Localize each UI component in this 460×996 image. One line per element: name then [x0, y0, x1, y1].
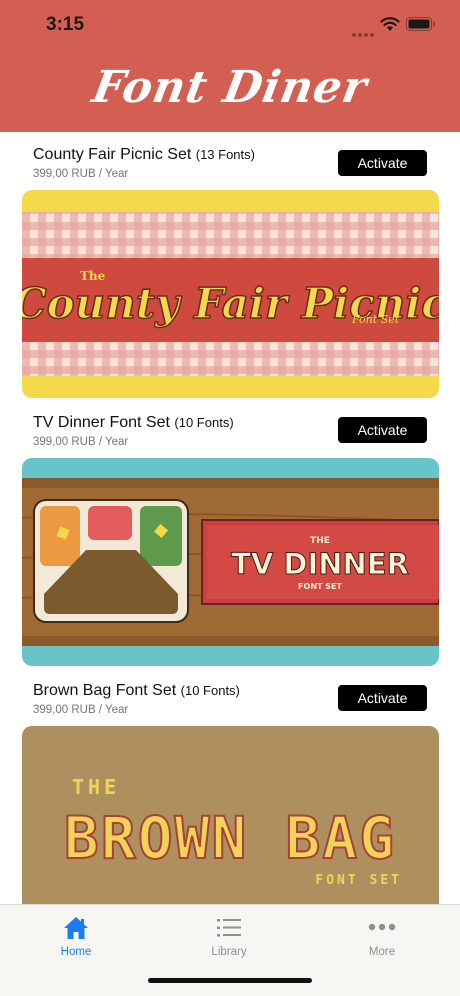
tv-dinner-artwork: THE TV DINNER FONT SET — [22, 458, 439, 666]
home-indicator — [148, 978, 312, 983]
app-header: 3:15 Font Diner — [0, 0, 460, 132]
banner-main: BROWN BAG — [64, 804, 396, 872]
tab-more[interactable]: More — [327, 915, 437, 965]
activate-button[interactable]: Activate — [338, 150, 427, 176]
item-name: County Fair Picnic Set — [33, 146, 192, 163]
app-title: Font Diner — [88, 62, 372, 113]
tab-home[interactable]: Home — [21, 915, 131, 965]
activate-button[interactable]: Activate — [338, 685, 427, 711]
tab-label: More — [368, 946, 396, 958]
wifi-icon — [380, 17, 400, 31]
battery-icon — [406, 17, 435, 31]
banner-sub: Font Set — [351, 313, 400, 326]
activate-button[interactable]: Activate — [338, 417, 427, 443]
tab-label: Library — [211, 946, 247, 958]
banner-sub: FONT SET — [298, 582, 342, 591]
banner-sub: FONT SET — [315, 873, 402, 888]
tv-dinner-banner[interactable]: THE TV DINNER FONT SET — [22, 458, 439, 666]
item-name: TV Dinner Font Set — [33, 414, 170, 431]
tab-library[interactable]: Library — [174, 915, 284, 965]
item-price: 399,00 RUB / Year — [33, 704, 129, 716]
more-icon — [368, 923, 396, 931]
list-icon — [217, 919, 241, 937]
item-font-count: (10 Fonts) — [180, 683, 240, 698]
brown-bag-banner[interactable]: THE BROWN BAG FONT SET — [22, 726, 439, 904]
home-icon — [64, 917, 88, 939]
county-fair-artwork: The County Fair Picnic Font Set — [22, 190, 439, 398]
tab-label: Home — [60, 946, 92, 958]
status-bar: 3:15 — [0, 0, 460, 50]
status-time: 3:15 — [46, 14, 85, 35]
item-title: Brown Bag Font Set (10 Fonts) — [33, 682, 240, 700]
item-title: TV Dinner Font Set (10 Fonts) — [33, 414, 234, 432]
banner-line1: THE — [72, 775, 120, 799]
item-font-count: (10 Fonts) — [174, 415, 234, 430]
item-title: County Fair Picnic Set (13 Fonts) — [33, 146, 255, 164]
banner-line1: THE — [310, 536, 330, 546]
brown-bag-artwork: THE BROWN BAG FONT SET — [22, 726, 439, 904]
county-fair-banner[interactable]: The County Fair Picnic Font Set — [22, 190, 439, 398]
item-price: 399,00 RUB / Year — [33, 436, 129, 448]
item-price: 399,00 RUB / Year — [33, 168, 129, 180]
item-font-count: (13 Fonts) — [195, 147, 255, 162]
font-set-list[interactable]: County Fair Picnic Set (13 Fonts) 399,00… — [0, 132, 460, 904]
banner-main: TV DINNER — [231, 547, 409, 581]
signal-dots-icon — [352, 24, 376, 37]
item-name: Brown Bag Font Set — [33, 682, 177, 699]
